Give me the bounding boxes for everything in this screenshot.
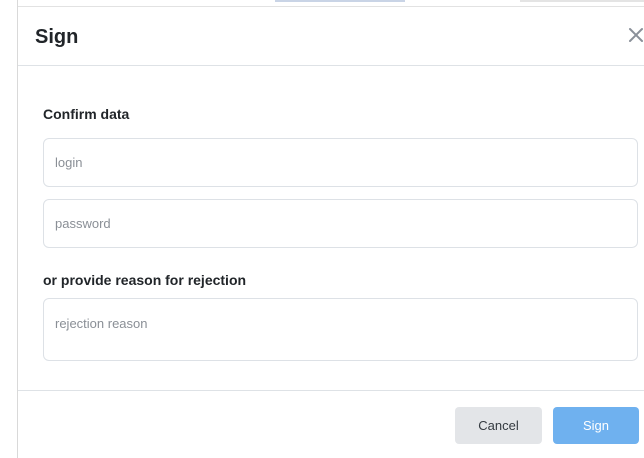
dialog-header: Sign bbox=[18, 7, 644, 66]
confirm-data-heading: Confirm data bbox=[43, 106, 130, 122]
cancel-button[interactable]: Cancel bbox=[455, 407, 542, 444]
screen: Sign Confirm data or provide reason for … bbox=[0, 0, 644, 458]
background-strip bbox=[275, 0, 405, 2]
dialog-title: Sign bbox=[35, 26, 79, 48]
close-icon bbox=[629, 28, 643, 42]
footer-divider bbox=[18, 390, 644, 391]
rejection-reason-textarea[interactable] bbox=[43, 298, 638, 361]
password-input[interactable] bbox=[43, 199, 638, 248]
background-strip bbox=[520, 0, 644, 2]
close-button[interactable] bbox=[626, 23, 644, 47]
sign-button[interactable]: Sign bbox=[553, 407, 639, 444]
login-input[interactable] bbox=[43, 138, 638, 187]
rejection-heading: or provide reason for rejection bbox=[43, 272, 247, 288]
sign-dialog: Sign Confirm data or provide reason for … bbox=[18, 6, 644, 458]
